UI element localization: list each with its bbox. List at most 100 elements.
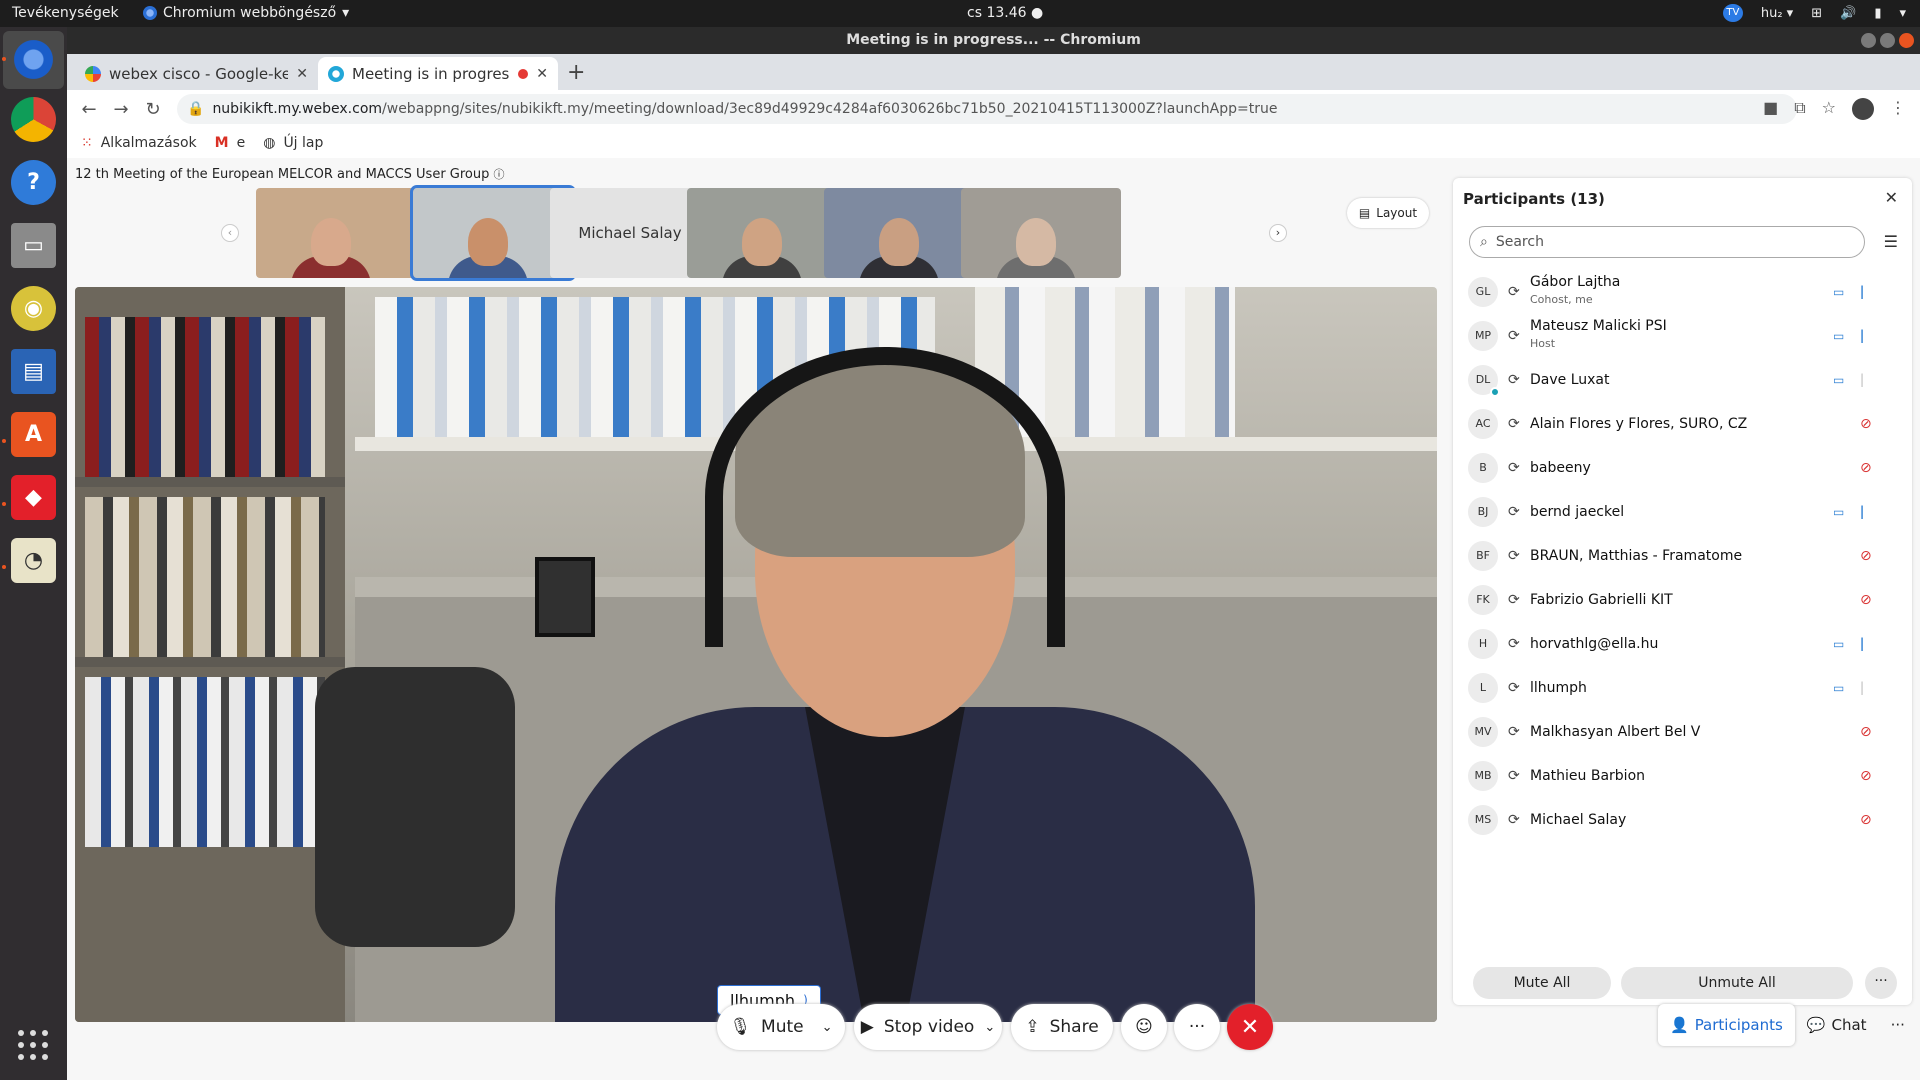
more-tab[interactable]: ··· [1879, 1004, 1917, 1046]
dock-chrome-icon[interactable] [11, 97, 56, 142]
info-icon[interactable]: ⓘ [494, 168, 505, 181]
share-button[interactable]: ⇪ Share [1011, 1004, 1113, 1050]
dock-image-viewer-icon[interactable]: ◔ [11, 538, 56, 583]
layout-button[interactable]: ▤ Layout [1347, 198, 1429, 228]
microphone-icon[interactable]: ǀ [1860, 284, 1864, 300]
chevron-down-icon[interactable]: ⌄ [822, 1020, 833, 1035]
participant-avatar: DL [1468, 365, 1500, 397]
participant-row[interactable]: GL ⟳ Gábor Lajtha Cohost, me ▭ ǀ [1453, 270, 1912, 314]
bookmark-apps[interactable]: ⁙ Alkalmazások [81, 135, 197, 151]
translate-icon[interactable]: ⧉ [1794, 98, 1805, 120]
participant-thumbnail[interactable] [256, 188, 416, 278]
address-bar[interactable]: 🔒 nubikikft.my.webex.com/webappng/sites/… [177, 94, 1797, 124]
tab-google-search[interactable]: webex cisco - Google-kere ✕ [75, 57, 318, 90]
participant-thumbnail[interactable]: Michael Salay [550, 188, 710, 278]
bookmark-new-tab[interactable]: ◍ Új lap [263, 135, 323, 151]
url-host: nubikikft.my.webex.com [212, 101, 383, 117]
participant-row[interactable]: MP ⟳ Mateusz Malicki PSI Host ▭ ǀ [1453, 314, 1912, 358]
participant-row[interactable]: AC ⟳ Alain Flores y Flores, SURO, CZ ⊘ [1453, 402, 1912, 446]
dock-help-icon[interactable]: ? [11, 160, 56, 205]
microphone-muted-icon[interactable]: ⊘ [1860, 548, 1872, 564]
back-icon[interactable]: ← [73, 99, 105, 120]
app-menu[interactable]: Chromium webböngésző ▾ [143, 5, 349, 21]
microphone-icon[interactable]: ǀ [1860, 636, 1864, 652]
teamviewer-icon[interactable]: TV [1722, 4, 1743, 22]
more-options-button[interactable]: ··· [1174, 1004, 1220, 1050]
participant-thumbnail[interactable] [410, 185, 576, 281]
sort-list-icon[interactable]: ☰ [1884, 232, 1898, 251]
close-tab-icon[interactable]: ✕ [296, 66, 308, 82]
participant-row[interactable]: BF ⟳ BRAUN, Matthias - Framatome ⊘ [1453, 534, 1912, 578]
bookmark-star-icon[interactable]: ☆ [1822, 98, 1836, 120]
reactions-button[interactable]: ☺ [1121, 1004, 1167, 1050]
reload-icon[interactable]: ↻ [137, 99, 169, 120]
chevron-down-icon[interactable]: ⌄ [984, 1020, 995, 1035]
thumbnail-person-face [742, 218, 782, 266]
microphone-muted-icon[interactable]: ⊘ [1860, 768, 1872, 784]
activities-button[interactable]: Tevékenységek [12, 5, 119, 21]
participant-row[interactable]: MS ⟳ Michael Salay ⊘ [1453, 798, 1912, 842]
participant-thumbnail[interactable] [961, 188, 1121, 278]
participant-row[interactable]: BJ ⟳ bernd jaeckel ▭ ǀ [1453, 490, 1912, 534]
minimize-button[interactable] [1861, 33, 1876, 48]
microphone-muted-icon[interactable]: ⊘ [1860, 416, 1872, 432]
share-icon: ⇪ [1025, 1017, 1040, 1037]
mute-all-button[interactable]: Mute All [1473, 967, 1611, 999]
camera-in-use-icon[interactable]: ■ [1763, 98, 1778, 120]
dock-files-icon[interactable]: ▭ [11, 223, 56, 268]
avatar-initials: GL [1475, 285, 1491, 298]
microphone-icon[interactable]: ǀ [1860, 372, 1864, 388]
participant-row[interactable]: MV ⟳ Malkhasyan Albert Bel V ⊘ [1453, 710, 1912, 754]
chat-tab[interactable]: 💬 Chat [1795, 1004, 1879, 1046]
close-panel-icon[interactable]: ✕ [1885, 188, 1898, 207]
microphone-muted-icon[interactable]: ⊘ [1860, 460, 1872, 476]
menu-kebab-icon[interactable]: ⋮ [1890, 98, 1906, 120]
lock-icon: 🔒 [187, 101, 205, 117]
participant-avatar: AC [1468, 409, 1498, 439]
keyboard-layout[interactable]: hu₂ ▾ [1761, 6, 1793, 21]
participant-row[interactable]: DL ⟳ Dave Luxat ▭ ǀ [1453, 358, 1912, 402]
system-tray[interactable]: TV hu₂ ▾ ⊞ 🔊 ▮ ▾ [1722, 4, 1906, 22]
participant-row[interactable]: L ⟳ llhumph ▭ ǀ [1453, 666, 1912, 710]
thumbnail-next-icon[interactable]: › [1269, 224, 1287, 242]
microphone-icon[interactable]: ǀ [1860, 680, 1864, 696]
globe-icon: ◍ [263, 135, 276, 151]
profile-avatar-icon[interactable] [1852, 98, 1874, 120]
dock-writer-icon[interactable]: ▤ [11, 349, 56, 394]
dock-rhythmbox-icon[interactable]: ◉ [11, 286, 56, 331]
mute-button[interactable]: 🎙 Mute ⌄ [717, 1004, 845, 1050]
participant-search-input[interactable]: ⌕ Search [1469, 226, 1865, 258]
panel-more-button[interactable]: ··· [1865, 967, 1897, 999]
participant-thumbnail[interactable] [687, 188, 847, 278]
participant-row[interactable]: MB ⟳ Mathieu Barbion ⊘ [1453, 754, 1912, 798]
new-tab-button[interactable]: + [567, 60, 585, 85]
thumbnail-prev-icon[interactable]: ‹ [221, 224, 239, 242]
dock-anydesk-icon[interactable]: ◆ [11, 475, 56, 520]
clock[interactable]: cs 13.46 ● [967, 5, 1043, 21]
end-call-button[interactable]: ✕ [1227, 1004, 1273, 1050]
tab-webex-meeting[interactable]: Meeting is in progress ✕ [318, 57, 558, 90]
microphone-icon[interactable]: ǀ [1860, 328, 1864, 344]
participant-row[interactable]: B ⟳ babeeny ⊘ [1453, 446, 1912, 490]
bookmark-gmail[interactable]: M e [215, 135, 246, 151]
books-row [85, 677, 325, 847]
participants-tab[interactable]: 👤 Participants [1658, 1004, 1795, 1046]
forward-icon[interactable]: → [105, 99, 137, 120]
recording-indicator-icon [518, 68, 529, 79]
microphone-icon[interactable]: ǀ [1860, 504, 1864, 520]
dock-software-icon[interactable]: A [11, 412, 56, 457]
maximize-button[interactable] [1880, 33, 1895, 48]
unmute-all-button[interactable]: Unmute All [1621, 967, 1853, 999]
microphone-muted-icon[interactable]: ⊘ [1860, 592, 1872, 608]
participant-row[interactable]: FK ⟳ Fabrizio Gabrielli KIT ⊘ [1453, 578, 1912, 622]
dock-chromium-icon[interactable] [11, 37, 56, 82]
close-window-button[interactable] [1899, 33, 1914, 48]
show-applications-icon[interactable] [18, 1030, 48, 1060]
stop-video-button[interactable]: ▶ Stop video ⌄ [854, 1004, 1002, 1050]
microphone-muted-icon[interactable]: ⊘ [1860, 724, 1872, 740]
close-tab-icon[interactable]: ✕ [536, 66, 548, 82]
participant-thumbnail[interactable] [824, 188, 984, 278]
people-icon: 👤 [1670, 1016, 1689, 1034]
participant-row[interactable]: H ⟳ horvathlg@ella.hu ▭ ǀ [1453, 622, 1912, 666]
microphone-muted-icon[interactable]: ⊘ [1860, 812, 1872, 828]
